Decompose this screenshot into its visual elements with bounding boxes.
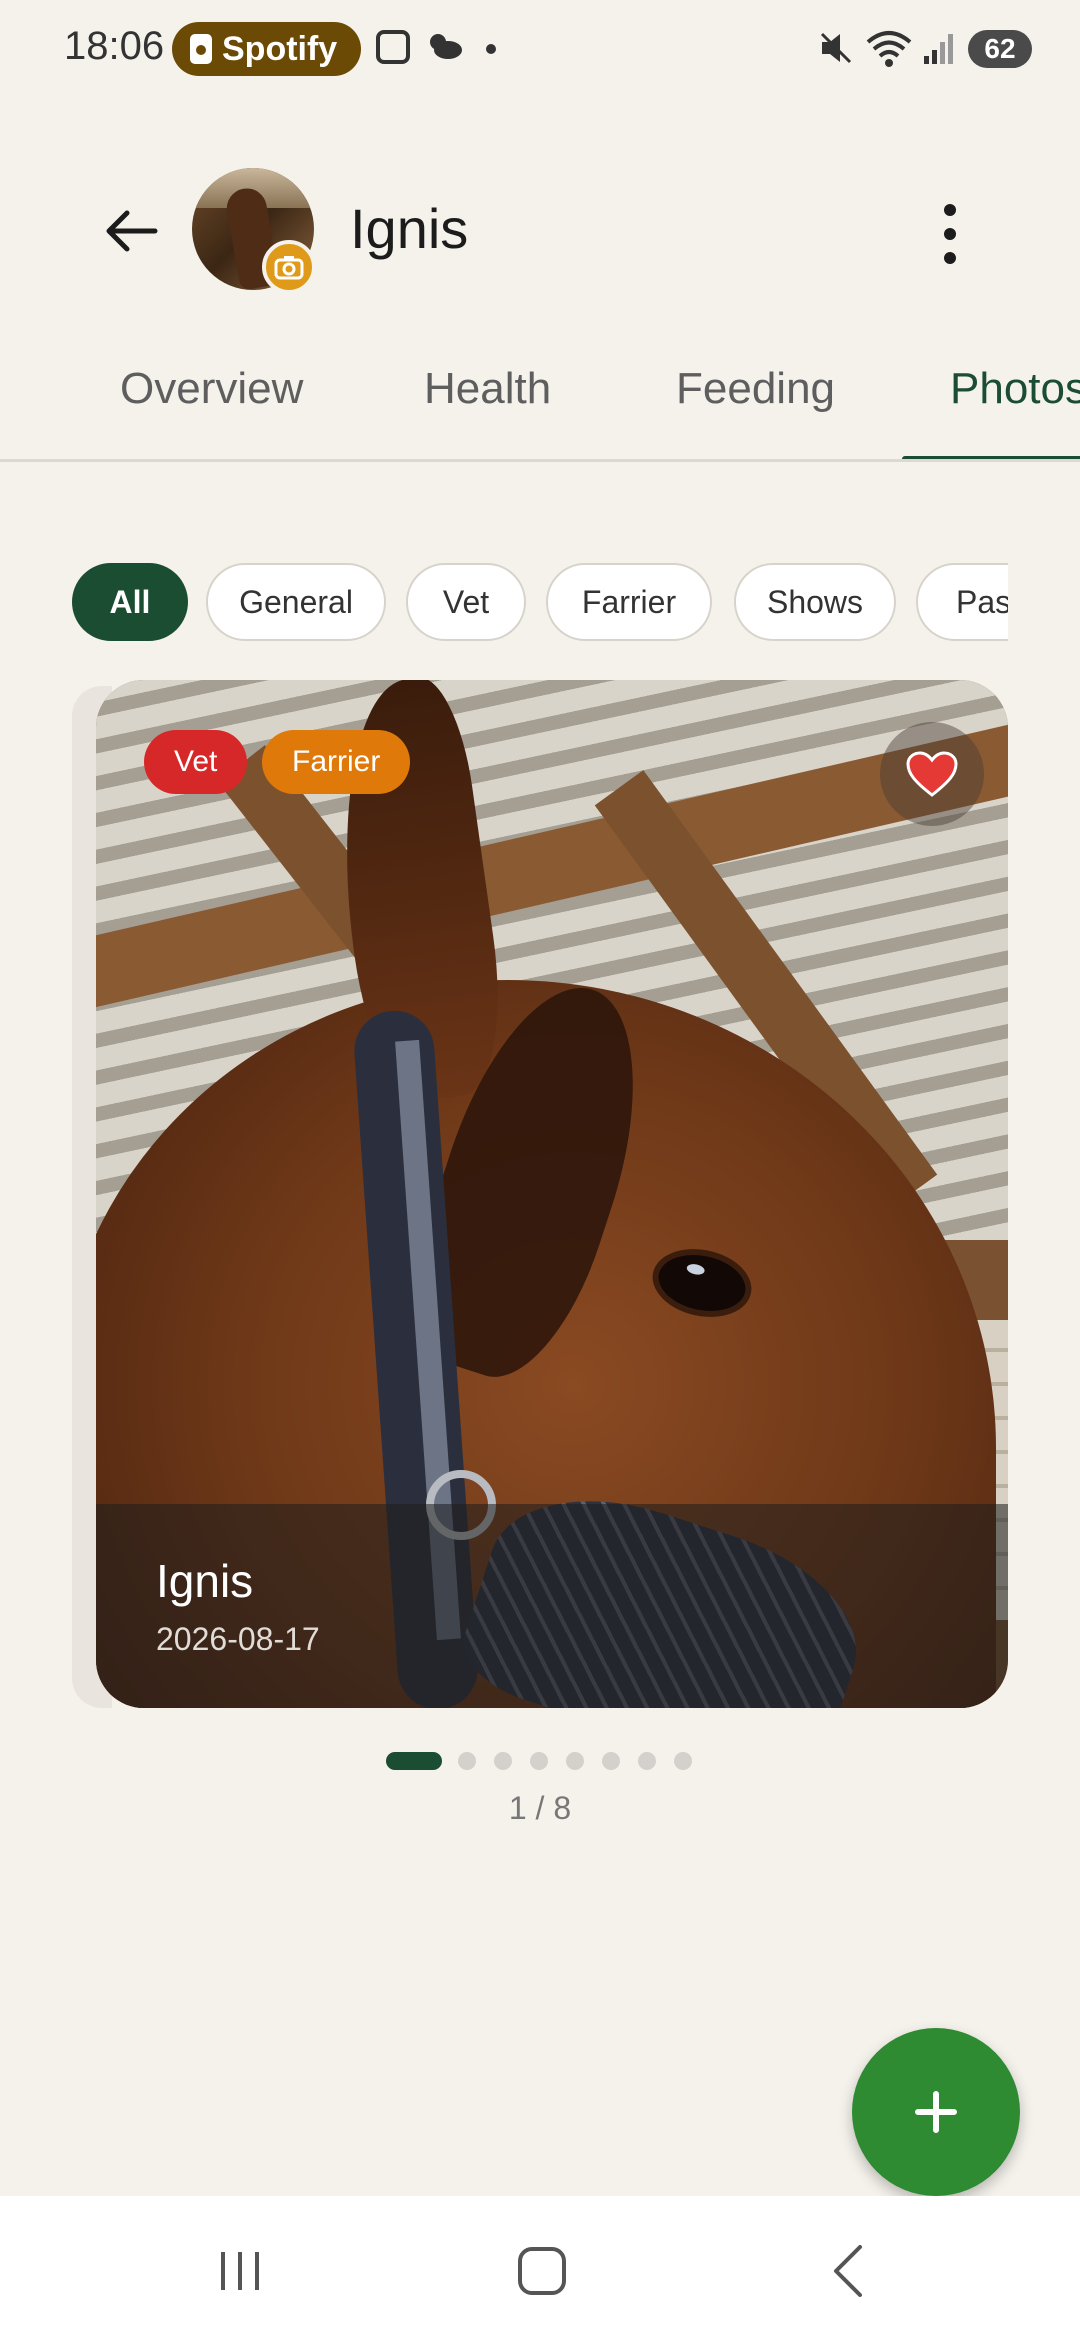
- mute-icon: [820, 32, 852, 64]
- signal-icon: [924, 34, 953, 64]
- status-time: 18:06: [64, 24, 165, 68]
- filter-chip-general[interactable]: General: [206, 563, 386, 641]
- filter-chip-all[interactable]: All: [72, 563, 188, 641]
- more-vertical-icon-dot: [944, 228, 956, 240]
- system-back-button[interactable]: [808, 2236, 888, 2306]
- arrow-left-icon: [106, 210, 158, 252]
- tab-bar: Overview Health Feeding Photos: [0, 340, 1080, 462]
- page-dot-active[interactable]: [386, 1752, 442, 1770]
- tab-health[interactable]: Health: [424, 364, 551, 414]
- notification-dot-icon: [486, 44, 496, 54]
- tab-feeding[interactable]: Feeding: [676, 364, 835, 414]
- tab-photos[interactable]: Photos: [950, 364, 1080, 414]
- page-dot[interactable]: [530, 1752, 548, 1770]
- tab-overview[interactable]: Overview: [120, 364, 303, 414]
- heart-icon: [906, 751, 958, 797]
- page-dot[interactable]: [638, 1752, 656, 1770]
- page-dot[interactable]: [602, 1752, 620, 1770]
- speaker-icon: [190, 34, 212, 64]
- photo-caption-date: 2026-08-17: [156, 1621, 320, 1657]
- more-vertical-icon-dot: [944, 252, 956, 264]
- filter-chip-row[interactable]: All General Vet Farrier Shows Past: [70, 563, 1008, 643]
- system-navigation-bar: [0, 2196, 1080, 2340]
- photo-card[interactable]: Vet Farrier Ignis 2026-08-17: [96, 680, 1008, 1708]
- page-dot[interactable]: [566, 1752, 584, 1770]
- media-indicator-pill[interactable]: Spotify: [172, 22, 362, 76]
- active-tab-indicator: [902, 456, 1080, 459]
- page-dot[interactable]: [494, 1752, 512, 1770]
- battery-indicator: 62: [968, 30, 1032, 68]
- weather-icon: [430, 34, 462, 59]
- filter-chip-past[interactable]: Past: [916, 563, 1008, 641]
- plus-icon: [915, 2091, 957, 2133]
- screenshot-icon: [376, 30, 410, 64]
- tag-vet: Vet: [144, 730, 248, 794]
- more-options-button[interactable]: [920, 196, 980, 272]
- page-dot[interactable]: [458, 1752, 476, 1770]
- back-button[interactable]: [96, 196, 166, 266]
- chevron-left-icon: [834, 2245, 862, 2297]
- recents-icon: [221, 2252, 259, 2290]
- home-icon: [518, 2247, 566, 2295]
- camera-icon: [274, 256, 304, 280]
- photo-caption-name: Ignis: [156, 1555, 254, 1607]
- app-header: Ignis: [0, 160, 1080, 300]
- filter-chip-vet[interactable]: Vet: [406, 563, 526, 641]
- change-avatar-button[interactable]: [262, 240, 316, 294]
- recents-button[interactable]: [200, 2236, 280, 2306]
- filter-chip-shows[interactable]: Shows: [734, 563, 896, 641]
- status-bar: 18:06 Spotify 62: [0, 0, 1080, 100]
- wifi-icon: [866, 31, 912, 67]
- page-counter: 1 / 8: [508, 1790, 572, 1826]
- tag-farrier: Farrier: [262, 730, 411, 794]
- page-indicator: [0, 1750, 1080, 1770]
- page-dot[interactable]: [674, 1752, 692, 1770]
- favorite-button[interactable]: [880, 722, 984, 826]
- more-vertical-icon-dot: [944, 204, 956, 216]
- filter-chip-farrier[interactable]: Farrier: [546, 563, 712, 641]
- add-photo-button[interactable]: [852, 2028, 1020, 2196]
- home-button[interactable]: [502, 2236, 582, 2306]
- page-title: Ignis: [350, 197, 469, 260]
- media-app-label: Spotify: [222, 29, 338, 68]
